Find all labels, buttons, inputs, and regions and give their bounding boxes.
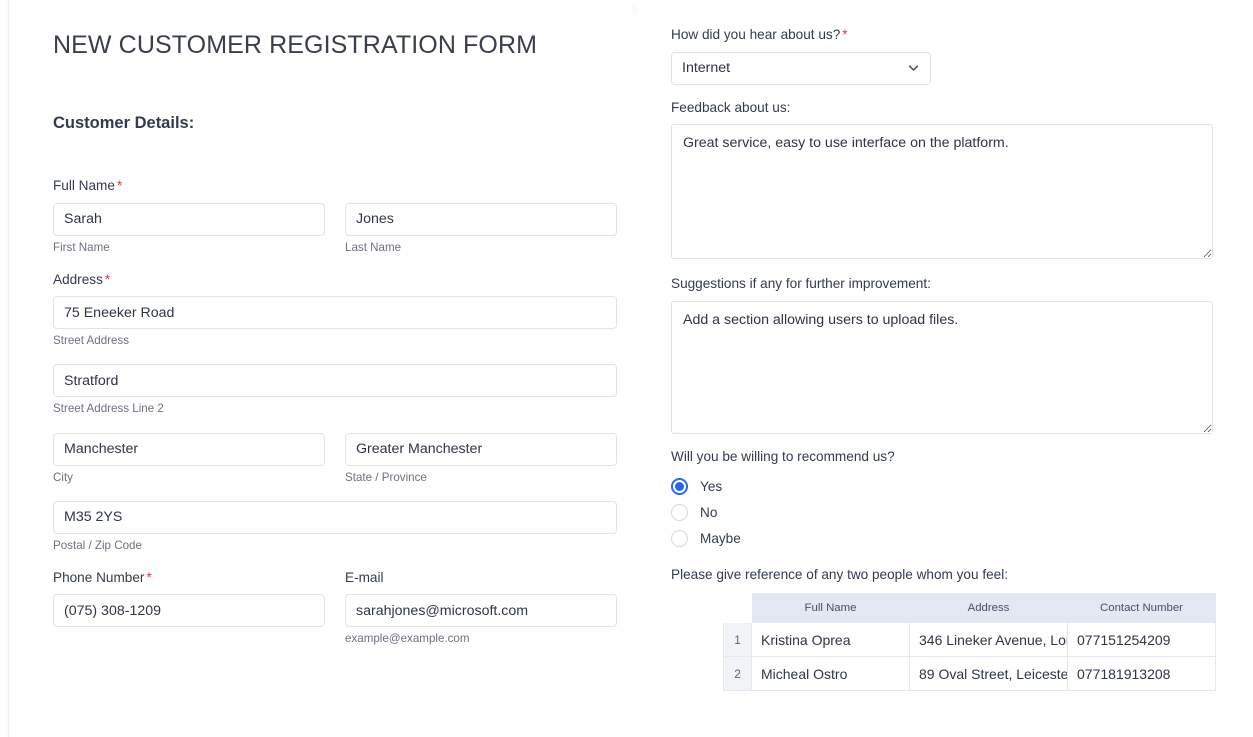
- row-postal: Postal / Zip Code: [53, 500, 617, 553]
- cell-first-name: First Name: [53, 202, 325, 255]
- sub-label-postal-code: Postal / Zip Code: [53, 538, 142, 552]
- page-title: NEW CUSTOMER REGISTRATION FORM: [53, 31, 538, 59]
- required-asterisk: *: [116, 178, 123, 193]
- state-province-input[interactable]: [345, 432, 617, 466]
- right-column: How did you hear about us? * Internet Fee…: [637, 0, 1253, 692]
- postal-code-input[interactable]: [53, 500, 617, 534]
- field-full-name: Full Name* First Name Last Name: [45, 177, 637, 255]
- left-column: NEW CUSTOMER REGISTRATION FORM Customer …: [9, 0, 637, 646]
- table-header-full-name: Full Name: [751, 593, 910, 624]
- sub-label-email-example: example@example.com: [345, 632, 470, 646]
- feedback-textarea[interactable]: Great service, easy to use interface on …: [671, 124, 1213, 260]
- section-heading-customer-details: Customer Details:: [53, 114, 195, 132]
- radio-icon-yes[interactable]: [671, 478, 688, 496]
- suggestions-textarea[interactable]: Add a section allowing users to upload f…: [671, 301, 1213, 435]
- row-full-name: First Name Last Name: [53, 202, 637, 255]
- field-feedback: Feedback about us: Great service, easy t…: [671, 99, 1229, 260]
- radio-label-yes: Yes: [700, 479, 723, 495]
- radio-label-no: No: [700, 505, 718, 521]
- label-suggestions: Suggestions if any for further improveme…: [671, 276, 931, 292]
- phone-number-input[interactable]: [53, 594, 325, 628]
- row-city-state: City State / Province: [53, 432, 637, 485]
- row-street-address: Street Address: [53, 296, 617, 348]
- table-header-row: Full Name Address Contact Number: [723, 593, 1216, 624]
- label-full-name-text: Full Name: [53, 178, 115, 193]
- sub-label-last-name: Last Name: [345, 240, 402, 254]
- reference-table: Full Name Address Contact Number 1 Krist…: [723, 593, 1216, 692]
- city-input[interactable]: [53, 432, 325, 466]
- required-asterisk: *: [146, 569, 152, 585]
- required-asterisk: *: [842, 27, 848, 42]
- label-email: E-mail: [345, 569, 384, 585]
- table-header-index: [723, 593, 752, 623]
- label-phone-number: Phone Number *: [53, 569, 325, 587]
- required-asterisk: *: [104, 271, 111, 287]
- cell-name-2[interactable]: Micheal Ostro: [751, 656, 910, 692]
- radio-option-yes[interactable]: Yes: [671, 474, 1229, 500]
- registration-form-card: NEW CUSTOMER REGISTRATION FORM Customer …: [8, 0, 1253, 737]
- row-street-address-2: Street Address Line 2: [53, 364, 617, 416]
- cell-phone-label: Phone Number *: [53, 569, 325, 647]
- cell-state: State / Province: [345, 432, 617, 485]
- cell-name-1[interactable]: Kristina Oprea: [751, 622, 910, 658]
- cell-last-name: Last Name: [345, 202, 617, 255]
- cell-city: City: [53, 432, 325, 485]
- radio-icon-no[interactable]: [671, 504, 688, 522]
- label-hear-about-us: How did you hear about us? *: [671, 26, 1229, 44]
- sub-label-street-address: Street Address: [53, 334, 130, 348]
- table-row: 1 Kristina Oprea 346 Lineker Avenue, Lon…: [723, 622, 1216, 658]
- label-feedback: Feedback about us:: [671, 99, 791, 115]
- cell-email-label: E-mail example@example.com: [345, 569, 617, 647]
- label-address: Address *: [53, 271, 637, 289]
- field-reference: Please give reference of any two people …: [671, 566, 1229, 692]
- email-input[interactable]: [345, 594, 617, 628]
- hear-about-us-select-wrap: Internet: [671, 51, 931, 85]
- label-address-text: Address: [53, 271, 103, 287]
- recommend-radio-group: Yes No Maybe: [671, 474, 1229, 552]
- form-columns: NEW CUSTOMER REGISTRATION FORM Customer …: [9, 0, 1253, 737]
- field-recommend: Will you be willing to recommend us? Yes…: [671, 448, 1229, 552]
- radio-option-maybe[interactable]: Maybe: [671, 526, 1229, 552]
- sub-label-first-name: First Name: [53, 240, 110, 254]
- reference-table-body: 1 Kristina Oprea 346 Lineker Avenue, Lon…: [723, 622, 1216, 692]
- field-address: Address* Street Address Street Address L…: [45, 271, 637, 553]
- hear-about-us-select[interactable]: Internet: [671, 51, 931, 85]
- last-name-input[interactable]: [345, 202, 617, 236]
- cell-contact-2[interactable]: 077181913208: [1067, 656, 1216, 692]
- cell-contact-1[interactable]: 077151254209: [1067, 622, 1216, 658]
- first-name-input[interactable]: [53, 202, 325, 236]
- row-phone-email-labels: Phone Number* E-mail example@example.com: [53, 569, 637, 647]
- field-suggestions: Suggestions if any for further improveme…: [671, 275, 1229, 435]
- reference-table-head: Full Name Address Contact Number: [723, 593, 1216, 624]
- field-phone-email: Phone Number* E-mail example@example.com: [45, 569, 637, 647]
- radio-option-no[interactable]: No: [671, 500, 1229, 526]
- table-row: 2 Micheal Ostro 89 Oval Street, Leiceste…: [723, 656, 1216, 692]
- label-hear-about-us-text: How did you hear about us?: [671, 27, 841, 42]
- cell-address-2[interactable]: 89 Oval Street, Leicester: [909, 656, 1068, 692]
- label-reference: Please give reference of any two people …: [671, 566, 1009, 582]
- label-recommend: Will you be willing to recommend us?: [671, 449, 895, 465]
- street-address-line2-input[interactable]: [53, 364, 617, 398]
- table-header-address: Address: [909, 593, 1068, 624]
- label-phone-number-text: Phone Number: [53, 569, 145, 585]
- sub-label-state-province: State / Province: [345, 470, 427, 484]
- radio-label-maybe: Maybe: [700, 531, 741, 547]
- field-hear-about-us: How did you hear about us? * Internet: [671, 26, 1229, 85]
- row-index-2: 2: [723, 656, 752, 692]
- table-header-contact-number: Contact Number: [1067, 593, 1216, 624]
- label-full-name: Full Name *: [53, 177, 637, 195]
- sub-label-street-address-line2: Street Address Line 2: [53, 402, 164, 416]
- radio-icon-maybe[interactable]: [671, 530, 688, 548]
- sub-label-city: City: [53, 470, 73, 484]
- cell-address-1[interactable]: 346 Lineker Avenue, London: [909, 622, 1068, 658]
- street-address-input[interactable]: [53, 296, 617, 330]
- row-index-1: 1: [723, 622, 752, 658]
